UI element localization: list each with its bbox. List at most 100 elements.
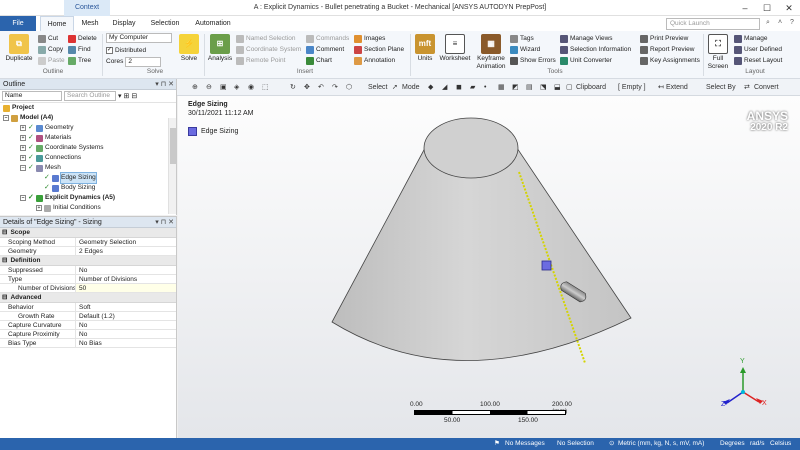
show-errors-button[interactable]: Show Errors xyxy=(510,55,556,66)
outline-search-input[interactable]: Search Outline xyxy=(64,91,116,101)
details-section[interactable]: ⊟ Advanced xyxy=(0,293,176,303)
tab-file[interactable]: File xyxy=(0,16,36,31)
details-row[interactable]: Capture Curvature No xyxy=(0,321,176,330)
search-dropdown-icon[interactable]: ▾ xyxy=(118,92,122,100)
graphics-viewport[interactable]: Edge Sizing 30/11/2021 11:12 AM Edge Siz… xyxy=(178,96,800,438)
unit-converter-button[interactable]: Unit Converter xyxy=(560,55,612,66)
edge-select-icon[interactable]: ◢ xyxy=(442,83,447,92)
help-icon[interactable]: ? xyxy=(790,19,794,26)
expand-icon[interactable]: + xyxy=(20,135,26,141)
worksheet-button[interactable]: ≡ Worksheet xyxy=(438,34,472,63)
tree-node-selected[interactable]: ✓ Edge Sizing xyxy=(44,172,97,184)
section-plane-button[interactable]: Section Plane xyxy=(354,44,404,55)
details-row[interactable]: Bias Type No Bias xyxy=(0,339,176,348)
report-preview-button[interactable]: Report Preview xyxy=(640,44,694,55)
details-section[interactable]: ⊟ Definition xyxy=(0,256,176,266)
details-row[interactable]: Number of Divisions 50 xyxy=(0,284,176,293)
tab-selection[interactable]: Selection xyxy=(146,16,184,31)
manage-button[interactable]: Manage xyxy=(734,33,768,44)
collapse-icon[interactable]: ⊟ xyxy=(2,228,7,237)
temperature-status[interactable]: Celsius xyxy=(770,438,791,450)
tree-node[interactable]: ✓ Body Sizing xyxy=(44,183,95,193)
cores-field[interactable]: Cores 2 xyxy=(106,56,162,67)
units-button[interactable]: mft Units xyxy=(414,34,436,63)
mode-dropdown[interactable]: Mode xyxy=(402,83,420,92)
clipboard-icon[interactable]: ▢ xyxy=(566,83,573,92)
collapse-icon[interactable]: – xyxy=(20,195,26,201)
cut-button[interactable]: Cut xyxy=(38,33,58,44)
face-select-icon[interactable]: ◼ xyxy=(456,83,462,92)
tree-node[interactable]: – Model (A4) xyxy=(3,113,53,123)
details-row[interactable]: Scoping Method Geometry Selection xyxy=(0,238,176,247)
iso-view-icon[interactable]: ◈ xyxy=(234,83,239,92)
zoom-in-icon[interactable]: ⊕ xyxy=(192,83,198,92)
collapse-ribbon-icon[interactable]: ˄ xyxy=(778,19,782,26)
key-assignments-button[interactable]: Key Assignments xyxy=(640,55,700,66)
collapse-all-icon[interactable]: ⊟ xyxy=(131,92,137,100)
convert-dropdown[interactable]: Convert xyxy=(754,83,779,92)
details-row[interactable]: Capture Proximity No xyxy=(0,330,176,339)
search-icon[interactable]: ⌕ xyxy=(766,19,770,27)
computer-select[interactable]: My Computer xyxy=(106,33,172,43)
tree-node[interactable]: – ✓ Explicit Dynamics (A5) xyxy=(20,193,115,203)
expand-icon[interactable]: + xyxy=(20,145,26,151)
tags-button[interactable]: Tags xyxy=(510,33,534,44)
expand-all-icon[interactable]: ⊞ xyxy=(124,92,130,100)
context-tab[interactable]: Context xyxy=(64,0,110,16)
wireframe-icon[interactable]: ⬡ xyxy=(346,83,352,92)
user-defined-button[interactable]: User Defined xyxy=(734,44,782,55)
extend-icon[interactable]: ↤ xyxy=(658,83,664,92)
model-canvas[interactable] xyxy=(178,96,800,438)
scrollbar-thumb[interactable] xyxy=(170,128,176,164)
mesh-select-icon[interactable]: ▤ xyxy=(526,83,533,92)
rads-status[interactable]: rad/s xyxy=(750,438,764,450)
rotate-icon[interactable]: ↻ xyxy=(290,83,296,92)
collapse-icon[interactable]: ⊟ xyxy=(2,256,7,265)
remote-point-button[interactable]: Remote Point xyxy=(236,55,285,66)
outline-filter-select[interactable]: Name xyxy=(2,91,62,101)
tree-node[interactable]: – ✓ Mesh xyxy=(20,163,61,173)
pan-icon[interactable]: ✥ xyxy=(304,83,310,92)
details-row[interactable]: Growth Rate Default (1.2) xyxy=(0,312,176,321)
fit-icon[interactable]: ▣ xyxy=(220,83,227,92)
tree-node[interactable]: Project xyxy=(3,103,34,113)
vertex-select-icon[interactable]: ◆ xyxy=(428,83,433,92)
pick-icon[interactable]: ⬓ xyxy=(554,83,561,92)
select-button[interactable]: Select xyxy=(368,83,387,92)
duplicate-button[interactable]: ⧉ Duplicate xyxy=(4,34,34,63)
select-by-dropdown[interactable]: Select By xyxy=(706,83,736,92)
degrees-status[interactable]: Degrees xyxy=(720,438,745,450)
tree-node[interactable]: + Initial Conditions xyxy=(36,203,101,213)
comment-button[interactable]: Comment xyxy=(306,44,344,55)
coordinate-system-button[interactable]: Coordinate System xyxy=(236,44,301,55)
tab-display[interactable]: Display xyxy=(108,16,140,31)
tree-node[interactable]: + ✓ Geometry xyxy=(20,123,74,133)
expand-icon[interactable]: + xyxy=(20,125,26,131)
solve-button[interactable]: ⚡ Solve xyxy=(178,34,200,63)
panel-pin-close-icons[interactable]: ▾ ⊓ ✕ xyxy=(155,217,174,228)
box-zoom-icon[interactable]: ⬚ xyxy=(262,83,269,92)
details-section[interactable]: ⊟ Scope xyxy=(0,228,176,238)
previous-view-icon[interactable]: ↶ xyxy=(318,83,324,92)
tree-node[interactable]: + ✓ Connections xyxy=(20,153,81,163)
tag-select-icon[interactable]: ⬔ xyxy=(540,83,547,92)
paste-button[interactable]: Paste xyxy=(38,55,65,66)
tab-home[interactable]: Home xyxy=(40,16,74,31)
print-preview-button[interactable]: Print Preview xyxy=(640,33,688,44)
element-select-icon[interactable]: ▦ xyxy=(498,83,505,92)
panel-pin-close-icons[interactable]: ▾ ⊓ ✕ xyxy=(155,79,174,90)
body-select-icon[interactable]: ▰ xyxy=(470,83,475,92)
chart-button[interactable]: Chart xyxy=(306,55,332,66)
wizard-button[interactable]: Wizard xyxy=(510,44,540,55)
outline-scrollbar[interactable] xyxy=(168,118,176,214)
images-button[interactable]: Images xyxy=(354,33,385,44)
node-select-icon[interactable]: • xyxy=(484,83,486,92)
messages-status[interactable]: No Messages xyxy=(505,438,545,450)
collapse-icon[interactable]: – xyxy=(20,165,26,171)
clipboard-dropdown[interactable]: Clipboard xyxy=(576,83,606,92)
collapse-icon[interactable]: – xyxy=(3,115,9,121)
distributed-checkbox[interactable]: ✓ Distributed xyxy=(106,45,146,56)
copy-button[interactable]: Copy xyxy=(38,44,63,55)
details-row[interactable]: Type Number of Divisions xyxy=(0,275,176,284)
cursor-icon[interactable]: ➚ xyxy=(392,83,398,92)
